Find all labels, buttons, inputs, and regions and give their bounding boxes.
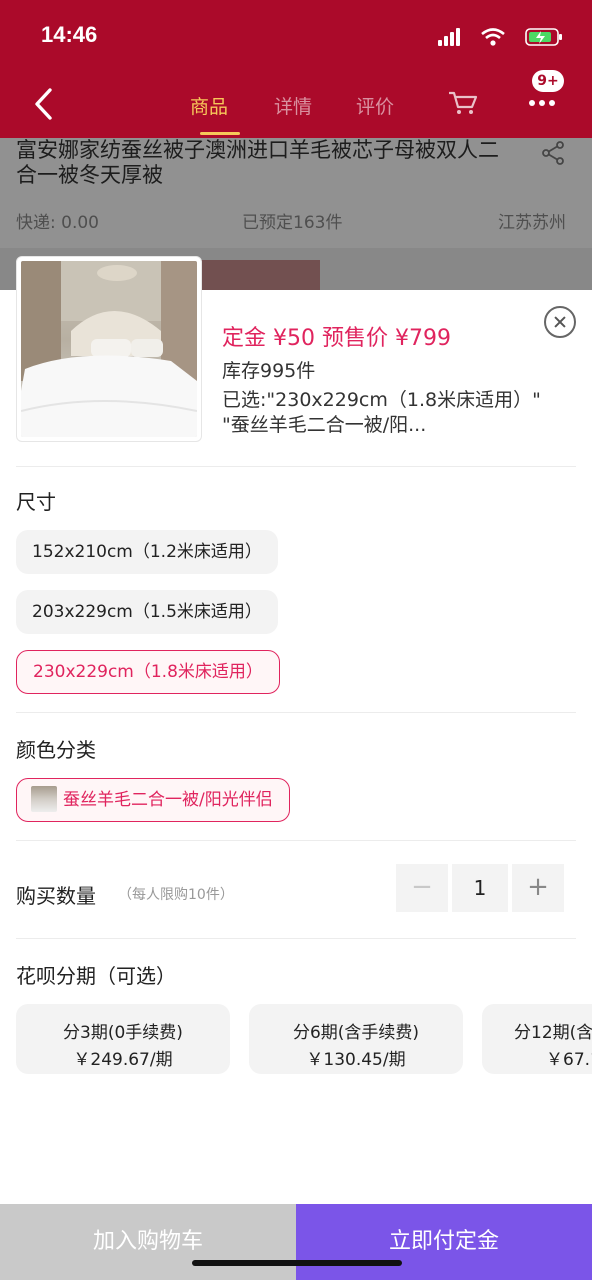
divider xyxy=(16,466,576,467)
quantity-stepper: − 1 + xyxy=(396,864,564,912)
tab-reviews[interactable]: 评价 xyxy=(356,92,394,119)
quantity-value[interactable]: 1 xyxy=(452,864,508,912)
size-option[interactable]: 152x210cm（1.2米床适用） xyxy=(16,530,278,574)
status-time: 14:46 xyxy=(41,22,98,47)
installment-term: 分6期(含手续费) xyxy=(292,1023,420,1043)
color-option-thumbnail xyxy=(31,785,57,812)
product-thumbnail[interactable] xyxy=(16,256,202,442)
installment-option[interactable]: 分3期(0手续费) ￥249.67/期 xyxy=(16,1004,230,1074)
color-option-label: 蚕丝羊毛二合一被/阳光伴侣 xyxy=(63,790,273,810)
active-tab-underline xyxy=(200,132,240,135)
color-section-title: 颜色分类 xyxy=(16,738,96,762)
divider xyxy=(16,712,576,713)
signal-icon xyxy=(438,28,460,46)
divider xyxy=(16,840,576,841)
installment-option[interactable]: 分12期(含 ￥67.1 xyxy=(482,1004,592,1074)
cart-icon[interactable] xyxy=(448,90,478,116)
divider xyxy=(16,938,576,939)
message-badge: 9+ xyxy=(532,70,564,92)
stock-count: 库存995件 xyxy=(222,360,316,382)
tab-product[interactable]: 商品 xyxy=(190,92,228,119)
bed-image xyxy=(21,261,197,437)
tab-details[interactable]: 详情 xyxy=(274,92,312,119)
more-icon[interactable] xyxy=(528,98,556,108)
battery-icon xyxy=(525,28,562,46)
installment-term: 分12期(含 xyxy=(514,1023,592,1043)
add-to-cart-button[interactable]: 加入购物车 xyxy=(0,1204,296,1280)
decrease-button[interactable]: − xyxy=(396,864,448,912)
selected-spec: 已选:"230x229cm（1.8米床适用）" "蚕丝羊毛二合一被/阳... xyxy=(222,389,541,436)
wifi-icon xyxy=(481,28,505,46)
back-icon[interactable] xyxy=(30,86,60,122)
top-bar: 14:46 商品 详情 评价 9+ xyxy=(0,0,592,138)
bottom-action-bar: 加入购物车 立即付定金 xyxy=(0,1204,592,1280)
size-section-title: 尺寸 xyxy=(16,490,56,514)
installment-term: 分3期(0手续费) xyxy=(63,1023,183,1043)
quantity-label: 购买数量 xyxy=(16,884,96,908)
home-indicator xyxy=(192,1260,402,1266)
quantity-limit-hint: （每人限购10件） xyxy=(118,887,234,903)
size-option-selected[interactable]: 230x229cm（1.8米床适用） xyxy=(16,650,280,694)
deposit-presale-price: 定金 ¥50 预售价 ¥799 xyxy=(222,326,451,351)
sku-sheet: 定金 ¥50 预售价 ¥799 库存995件 已选:"230x229cm（1.8… xyxy=(0,256,592,1280)
installment-option[interactable]: 分6期(含手续费) ￥130.45/期 xyxy=(249,1004,463,1074)
size-option[interactable]: 203x229cm（1.5米床适用） xyxy=(16,590,278,634)
installment-amount: ￥67.1 xyxy=(546,1050,592,1070)
status-icons xyxy=(438,28,562,46)
installment-section-title: 花呗分期（可选） xyxy=(16,964,176,988)
pay-deposit-button[interactable]: 立即付定金 xyxy=(296,1204,592,1280)
increase-button[interactable]: + xyxy=(512,864,564,912)
installment-amount: ￥130.45/期 xyxy=(306,1050,406,1070)
installment-amount: ￥249.67/期 xyxy=(73,1050,173,1070)
color-option-selected[interactable]: 蚕丝羊毛二合一被/阳光伴侣 xyxy=(16,778,290,822)
close-icon[interactable] xyxy=(544,306,576,338)
